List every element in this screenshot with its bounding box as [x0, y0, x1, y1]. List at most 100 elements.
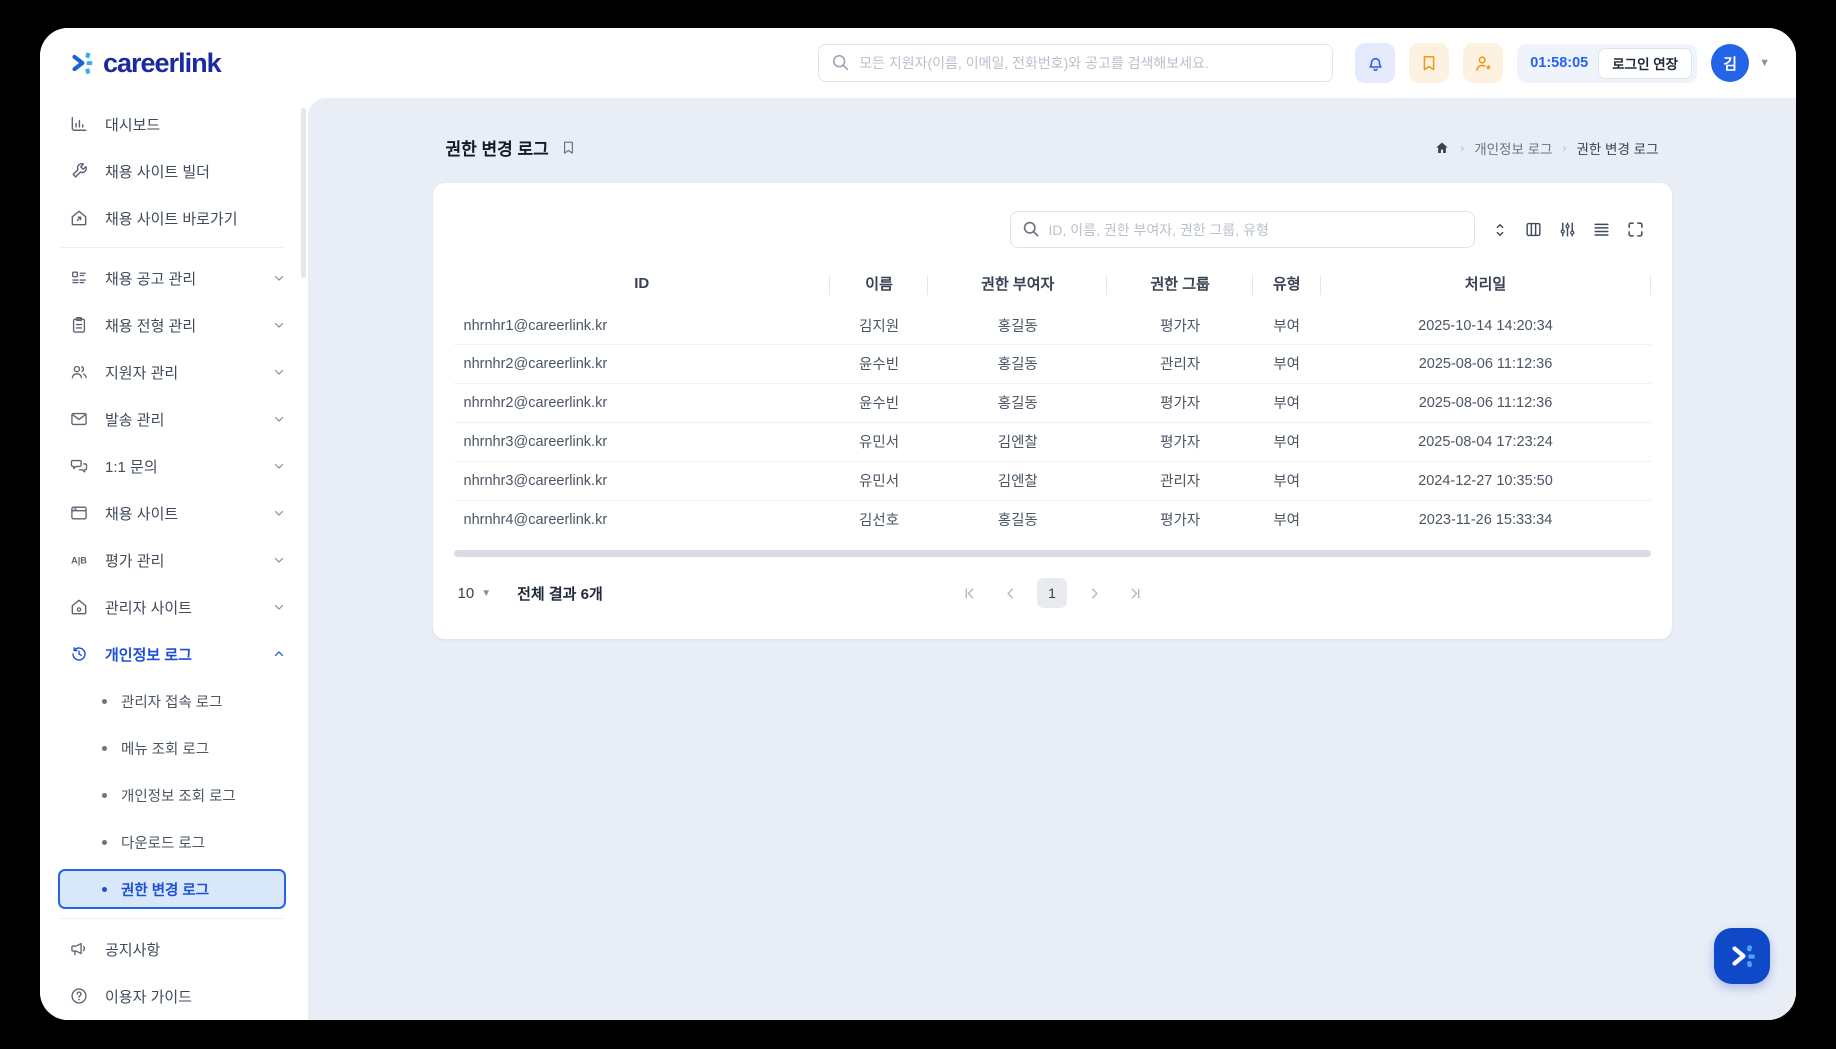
columns-button[interactable]: [1524, 220, 1543, 239]
sidebar-item-site-shortcut[interactable]: 채용 사이트 바로가기: [58, 198, 294, 238]
careerlink-logo[interactable]: careerlink: [66, 48, 222, 79]
wrench-icon: [68, 160, 90, 182]
bell-icon: [1365, 53, 1386, 74]
list-layout-icon: [68, 267, 90, 289]
first-page-button[interactable]: [955, 579, 983, 607]
table-row[interactable]: nhrnhr2@careerlink.kr 윤수빈 홍길동 관리자 부여 202…: [453, 343, 1651, 383]
sidebar-item-send-management[interactable]: 발송 관리: [58, 399, 294, 439]
table-search: [1009, 211, 1475, 248]
account-roles-button[interactable]: [1463, 43, 1504, 83]
chevron-down-icon: [272, 318, 286, 332]
sidebar-item-inquiry[interactable]: 1:1 문의: [58, 446, 294, 486]
sidebar-item-applicants[interactable]: 지원자 관리: [58, 352, 294, 392]
breadcrumb-item-current: 권한 변경 로그: [1576, 141, 1659, 157]
table-header-row: ID 이름 권한 부여자 권한 그룹 유형 처리일: [454, 265, 1651, 305]
search-icon: [1021, 219, 1041, 244]
breadcrumb-separator-icon: ›: [1562, 140, 1567, 155]
table-row[interactable]: nhrnhr3@careerlink.kr 유민서 김엔찰 평가자 부여 202…: [453, 421, 1651, 461]
row-density-button[interactable]: [1592, 220, 1611, 239]
page-bookmark-icon[interactable]: [560, 139, 577, 156]
app-window: careerlink 모든 지원자(이름, 이메일, 전화번호)와 공고를 검색…: [40, 28, 1796, 1020]
home-icon[interactable]: [1434, 140, 1450, 156]
columns-icon: [1524, 220, 1543, 239]
sidebar-item-hiring-process[interactable]: 채용 전형 관리: [58, 305, 294, 345]
last-page-button[interactable]: [1121, 579, 1149, 607]
dashboard-chart-icon: [68, 113, 90, 135]
breadcrumb-item[interactable]: 개인정보 로그: [1474, 138, 1552, 158]
bookmark-icon: [1419, 53, 1439, 73]
breadcrumb-separator-icon: ›: [1460, 140, 1465, 155]
browser-window-icon: [68, 502, 90, 524]
user-avatar[interactable]: 김: [1711, 44, 1750, 82]
chevron-down-icon: [272, 600, 286, 614]
log-table-card: ID 이름 권한 부여자 권한 그룹 유형 처리일 nhrnhr1@career…: [432, 183, 1672, 639]
svg-text:A|B: A|B: [71, 555, 87, 565]
sidebar-subitem-download-log[interactable]: 다운로드 로그: [58, 822, 286, 862]
chevron-down-icon: [272, 553, 286, 567]
table-row[interactable]: nhrnhr3@careerlink.kr 유민서 김엔찰 관리자 부여 202…: [453, 460, 1651, 500]
sidebar-subitem-menu-view-log[interactable]: 메뉴 조회 로그: [58, 728, 286, 768]
pager: 1: [955, 578, 1149, 608]
bullet-icon: [102, 745, 107, 751]
column-header-processed-date[interactable]: 처리일: [1321, 265, 1651, 305]
fullscreen-button[interactable]: [1626, 220, 1645, 239]
sidebar-scrollbar[interactable]: [301, 108, 306, 278]
search-icon: [830, 52, 851, 78]
table-row[interactable]: nhrnhr1@careerlink.kr 김지원 홍길동 평가자 부여 202…: [453, 304, 1651, 344]
session-pill: 01:58:05 로그인 연장: [1517, 43, 1698, 83]
sidebar: 대시보드 채용 사이트 빌더 채용 사이트 바로가기 채용 공고 관리 채용 전…: [40, 98, 308, 1020]
row-lines-icon: [1592, 220, 1611, 239]
previous-page-button[interactable]: [996, 579, 1024, 607]
table-search-input[interactable]: [1009, 211, 1475, 248]
history-clock-icon: [68, 643, 90, 665]
global-search-input[interactable]: [818, 44, 1334, 82]
sidebar-item-privacy-logs[interactable]: 개인정보 로그: [58, 634, 294, 674]
bullet-icon: [102, 886, 107, 892]
column-header-permission-group[interactable]: 권한 그룹: [1107, 265, 1253, 305]
careerlink-mark-icon: [1724, 938, 1760, 974]
column-header-grantor[interactable]: 권한 부여자: [928, 265, 1108, 305]
page-title: 권한 변경 로그: [445, 140, 549, 159]
session-timer: 01:58:05: [1530, 55, 1589, 71]
sidebar-item-recruit-site[interactable]: 채용 사이트: [58, 493, 294, 533]
sidebar-item-user-guide[interactable]: 이용자 가이드: [58, 976, 294, 1016]
table-row[interactable]: nhrnhr2@careerlink.kr 윤수빈 홍길동 평가자 부여 202…: [453, 382, 1651, 422]
next-page-button[interactable]: [1080, 579, 1108, 607]
sidebar-subitem-permission-change-log[interactable]: 권한 변경 로그: [58, 869, 286, 909]
careerlink-logo-mark-icon: [66, 48, 96, 78]
sidebar-item-job-postings[interactable]: 채용 공고 관리: [58, 258, 294, 298]
total-results-text: 전체 결과 6개: [517, 585, 603, 603]
sidebar-item-dashboard[interactable]: 대시보드: [58, 104, 294, 144]
table-horizontal-scrollbar[interactable]: [453, 550, 1651, 557]
user-menu-caret-icon[interactable]: ▼: [1759, 57, 1770, 69]
question-circle-icon: [68, 985, 90, 1007]
page-size-select[interactable]: 10 ▼: [458, 585, 492, 602]
sidebar-divider: [60, 247, 284, 248]
sidebar-item-admin-site[interactable]: 관리자 사이트: [58, 587, 294, 627]
chevron-down-icon: [272, 365, 286, 379]
column-header-name[interactable]: 이름: [830, 265, 929, 305]
sidebar-subitem-privacy-view-log[interactable]: 개인정보 조회 로그: [58, 775, 286, 815]
current-page-button[interactable]: 1: [1037, 578, 1067, 608]
bookmarks-button[interactable]: [1409, 43, 1450, 83]
header-actions: 01:58:05 로그인 연장 김 ▼: [1355, 43, 1770, 83]
person-star-icon: [1473, 53, 1494, 74]
mail-icon: [68, 408, 90, 430]
extend-login-button[interactable]: 로그인 연장: [1598, 47, 1693, 79]
column-header-type[interactable]: 유형: [1253, 265, 1321, 305]
home-arrow-icon: [68, 207, 90, 229]
column-header-id[interactable]: ID: [454, 265, 831, 305]
notifications-button[interactable]: [1355, 43, 1396, 83]
sidebar-item-notices[interactable]: 공지사항: [58, 929, 294, 969]
sidebar-item-evaluation[interactable]: A|B 평가 관리: [58, 540, 294, 580]
sidebar-item-site-builder[interactable]: 채용 사이트 빌더: [58, 151, 294, 191]
sort-arrows-icon: [1491, 221, 1509, 239]
sort-button[interactable]: [1491, 221, 1509, 239]
careerlink-fab-button[interactable]: [1714, 928, 1770, 984]
sidebar-subitem-admin-access-log[interactable]: 관리자 접속 로그: [58, 681, 286, 721]
pagination-row: 10 ▼ 전체 결과 6개 1: [454, 557, 1651, 629]
table-row[interactable]: nhrnhr4@careerlink.kr 김선호 홍길동 평가자 부여 202…: [453, 499, 1651, 539]
megaphone-icon: [68, 938, 90, 960]
global-search: [818, 44, 1334, 82]
filters-button[interactable]: [1558, 220, 1577, 239]
